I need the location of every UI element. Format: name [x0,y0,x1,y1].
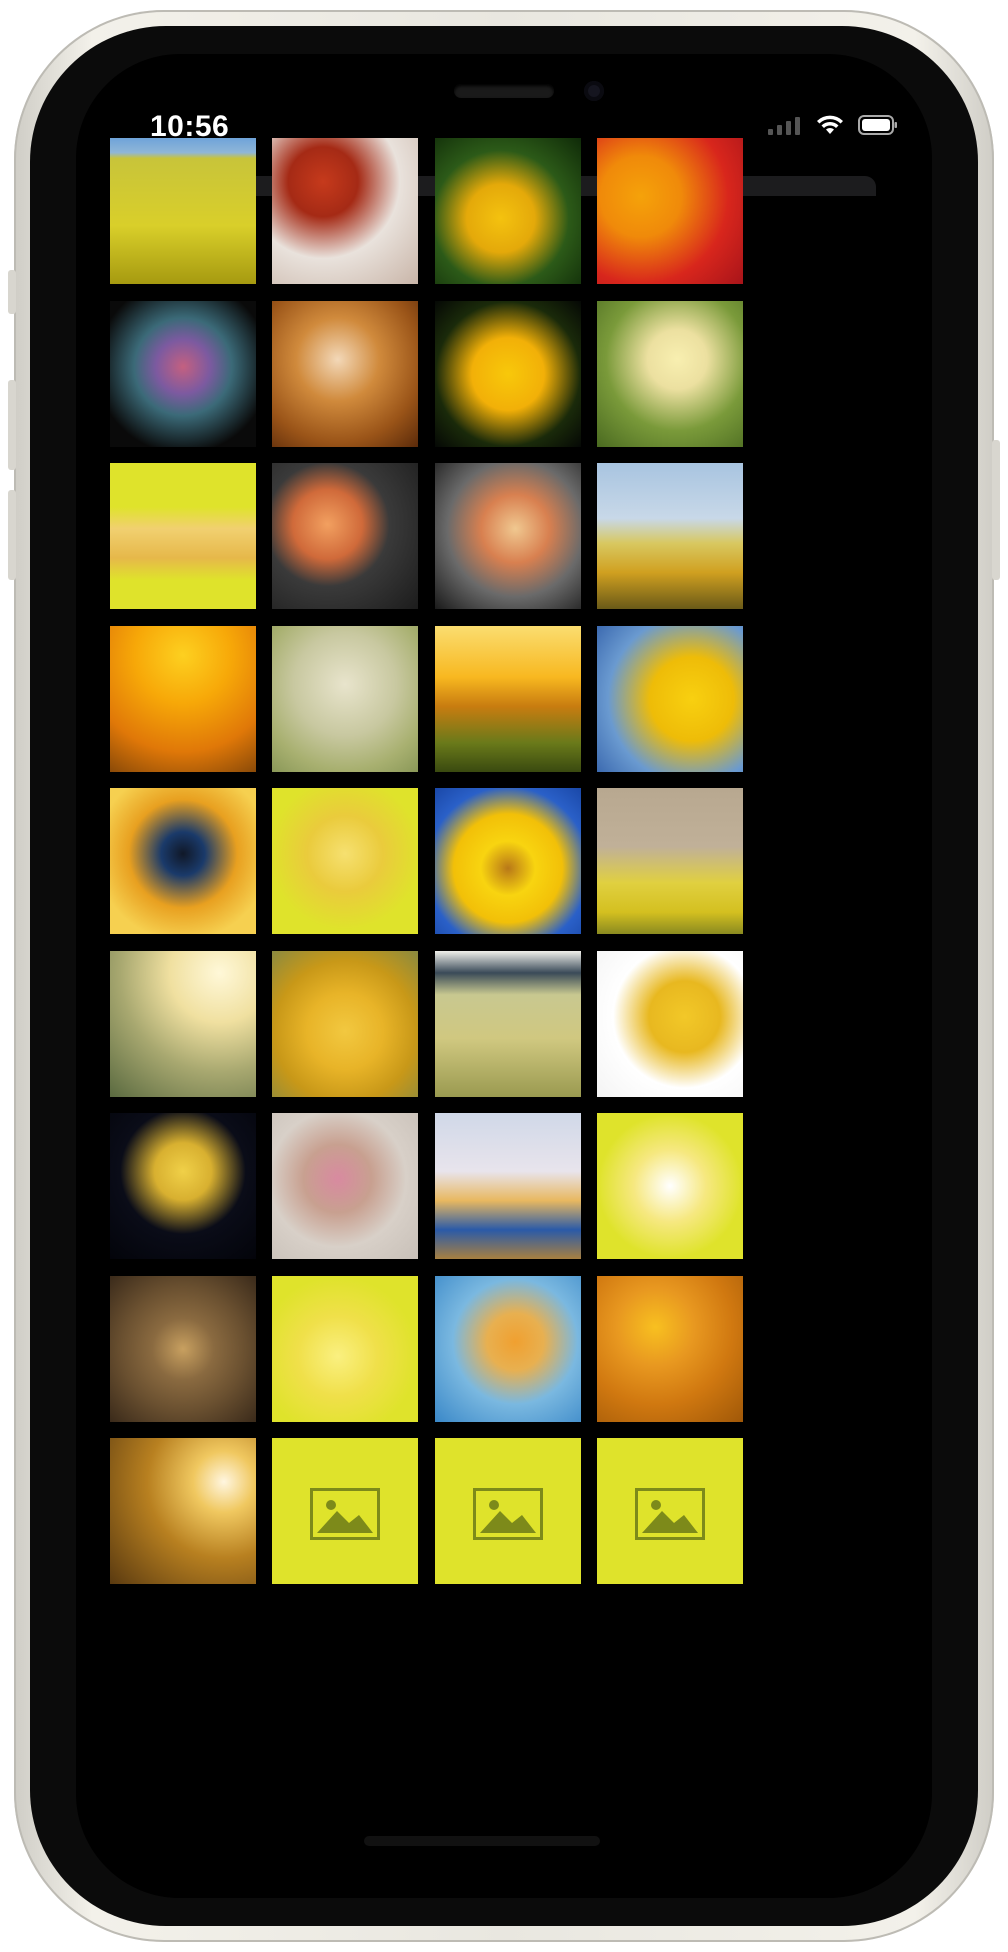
photo-tile-wildflowers-sunlight[interactable] [110,950,256,1097]
photo-tile-corn-cobs[interactable] [272,950,418,1097]
silent-switch [8,270,16,314]
photo-tile-under-construction[interactable] [110,625,256,772]
photo-tile-dandelion-field[interactable] [597,463,743,609]
photo-tile-bell-peppers[interactable] [597,138,743,284]
status-icons [768,114,898,136]
photo-tile-citrine-crystal[interactable] [272,300,418,447]
volume-down-button [8,490,16,580]
photo-tile-paint-splash[interactable] [110,788,256,934]
photo-tile-banana-illustration[interactable] [110,463,256,609]
power-button [992,440,1000,580]
photo-tile-yellow-wagtail-bird[interactable] [272,625,418,772]
photo-tile-yellow-tulips[interactable] [110,1113,256,1259]
photo-tile-supermarket-aerial[interactable] [110,1275,256,1422]
photo-grid[interactable] [110,138,898,1898]
image-placeholder-icon [310,1488,380,1540]
photo-tile-sunflower-sunset[interactable] [110,1438,256,1584]
photo-tile-butterflyfish-illustration[interactable] [597,1113,743,1259]
photo-tile-colorful-houses[interactable] [435,1113,581,1259]
screen: 10:56 [76,54,932,1898]
battery-icon [858,115,897,135]
photo-tile-daffodils-vase[interactable] [597,1275,743,1422]
volume-up-button [8,380,16,470]
photo-tile-yellow-gazania-flower[interactable] [435,300,581,447]
photo-tile-image-placeholder[interactable] [597,1438,743,1584]
photo-tile-pasta-bowl[interactable] [435,463,581,609]
home-indicator[interactable] [364,1836,600,1846]
photo-tile-image-placeholder[interactable] [435,1438,581,1584]
photo-tile-sunflowers-blue-sky[interactable] [597,625,743,772]
photo-tile-sunflower-closeup[interactable] [435,138,581,284]
photo-tile-sunflower-blue-background[interactable] [435,788,581,934]
photo-tile-banana-bunch-illustration[interactable] [272,788,418,934]
photo-tile-rapeseed-field[interactable] [110,138,256,284]
photo-tile-flower-dress-woman[interactable] [272,1113,418,1259]
cellular-signal-icon [768,117,800,135]
photo-tile-bird-on-rapeseed[interactable] [597,788,743,934]
image-placeholder-icon [635,1488,705,1540]
wifi-icon [817,115,843,134]
image-placeholder-icon [473,1488,543,1540]
photo-tile-kawaii-banana[interactable] [272,1275,418,1422]
photo-tile-forsythia-branch[interactable] [435,1275,581,1422]
photo-tile-wheat-field[interactable] [435,950,581,1097]
photo-tile-orange-rose[interactable] [272,463,418,609]
photo-tile-baby-chicks[interactable] [597,300,743,447]
photo-tile-sunset-grass[interactable] [435,625,581,772]
photo-tile-image-placeholder[interactable] [272,1438,418,1584]
photo-tile-colored-chalk[interactable] [110,300,256,447]
photo-tile-bananas-white[interactable] [597,950,743,1097]
photo-tile-red-maple-leaves[interactable] [272,138,418,284]
